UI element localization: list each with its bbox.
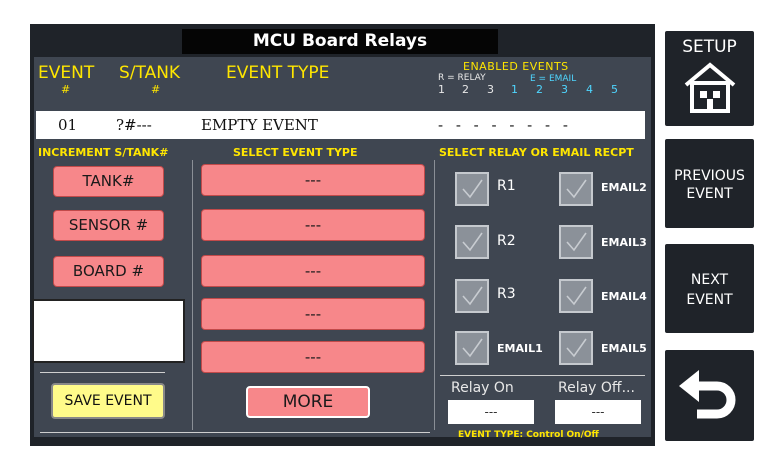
event-stank: ?#--- (116, 116, 152, 134)
more-button[interactable]: MORE (246, 386, 370, 418)
divider (40, 432, 430, 433)
checkmark-icon (462, 338, 483, 358)
relay-legend: R = RELAY (438, 73, 486, 83)
email3-checkbox[interactable] (559, 225, 593, 259)
event-type-slot[interactable]: --- (201, 341, 425, 373)
email1-label: EMAIL1 (497, 342, 543, 355)
divider (40, 372, 165, 373)
previous-event-button[interactable]: PREVIOUS EVENT (663, 137, 756, 230)
r2-label: R2 (497, 233, 516, 249)
page-title: MCU Board Relays (182, 29, 498, 54)
enabled-num: 3 (561, 83, 568, 96)
sensor-button[interactable]: SENSOR # (53, 210, 164, 241)
relay-off-field[interactable]: --- (555, 400, 641, 424)
event-hash: # (61, 83, 71, 96)
email2-checkbox[interactable] (559, 172, 593, 206)
save-event-button[interactable]: SAVE EVENT (51, 383, 165, 419)
event-type-slot[interactable]: --- (201, 255, 425, 287)
enabled-num: 1 (438, 83, 445, 96)
column-divider (192, 160, 193, 430)
back-arrow-icon (678, 370, 735, 419)
select-relay-header: SELECT RELAY OR EMAIL RECPT (439, 146, 634, 159)
event-type-slot[interactable]: --- (201, 209, 425, 241)
checkmark-icon (566, 232, 587, 252)
home-icon (684, 62, 735, 113)
checkmark-icon (462, 179, 483, 199)
email5-checkbox[interactable] (559, 331, 593, 365)
r2-checkbox[interactable] (455, 225, 489, 259)
enabled-num: 1 (511, 83, 518, 96)
r1-label: R1 (497, 178, 516, 194)
checkmark-icon (566, 179, 587, 199)
r3-checkbox[interactable] (455, 279, 489, 313)
event-type-slot[interactable]: --- (201, 164, 425, 196)
preview-box (32, 299, 185, 363)
stank-hash: # (151, 83, 161, 96)
setup-label: SETUP (682, 37, 737, 57)
column-divider (434, 160, 435, 430)
email3-label: EMAIL3 (601, 236, 647, 249)
previous-label: PREVIOUS (674, 168, 745, 184)
email1-checkbox[interactable] (455, 331, 489, 365)
next-event-button[interactable]: NEXT EVENT (663, 242, 756, 335)
event-row: 01 ?#--- EMPTY EVENT - - - - - - - - (36, 111, 645, 139)
enabled-events-header: ENABLED EVENTS (463, 60, 569, 73)
email5-label: EMAIL5 (601, 342, 647, 355)
next-label-2: EVENT (686, 292, 733, 308)
select-type-header: SELECT EVENT TYPE (233, 146, 358, 159)
enabled-num: 5 (611, 83, 618, 96)
relay-on-field[interactable]: --- (448, 400, 534, 424)
back-button[interactable] (663, 348, 756, 443)
setup-button[interactable]: SETUP (663, 29, 756, 128)
enabled-num: 2 (462, 83, 469, 96)
next-label: NEXT (690, 272, 729, 288)
divider (440, 375, 645, 376)
r1-checkbox[interactable] (455, 172, 489, 206)
increment-header: INCREMENT S/TANK# (38, 146, 169, 159)
previous-label-2: EVENT (686, 186, 733, 202)
email4-label: EMAIL4 (601, 290, 647, 303)
r3-label: R3 (497, 286, 516, 302)
event-header: EVENT (38, 63, 95, 83)
event-type-header: EVENT TYPE (226, 63, 330, 83)
checkmark-icon (566, 338, 587, 358)
enabled-num: 2 (536, 83, 543, 96)
event-type-slot[interactable]: --- (201, 298, 425, 330)
event-number: 01 (58, 116, 78, 134)
checkmark-icon (566, 286, 587, 306)
checkmark-icon (462, 232, 483, 252)
event-type-value: EMPTY EVENT (201, 116, 318, 134)
email4-checkbox[interactable] (559, 279, 593, 313)
enabled-num: 4 (586, 83, 593, 96)
checkmark-icon (462, 286, 483, 306)
stank-header: S/TANK (119, 63, 181, 83)
relay-on-label: Relay On (451, 380, 514, 396)
tank-button[interactable]: TANK# (53, 166, 164, 197)
board-button[interactable]: BOARD # (53, 256, 164, 287)
relay-off-label: Relay Off... (558, 380, 635, 396)
email2-label: EMAIL2 (601, 181, 647, 194)
enabled-num: 3 (487, 83, 494, 96)
event-enabled-value: - - - - - - - - (438, 116, 572, 134)
event-type-footer: EVENT TYPE: Control On/Off (458, 430, 599, 440)
